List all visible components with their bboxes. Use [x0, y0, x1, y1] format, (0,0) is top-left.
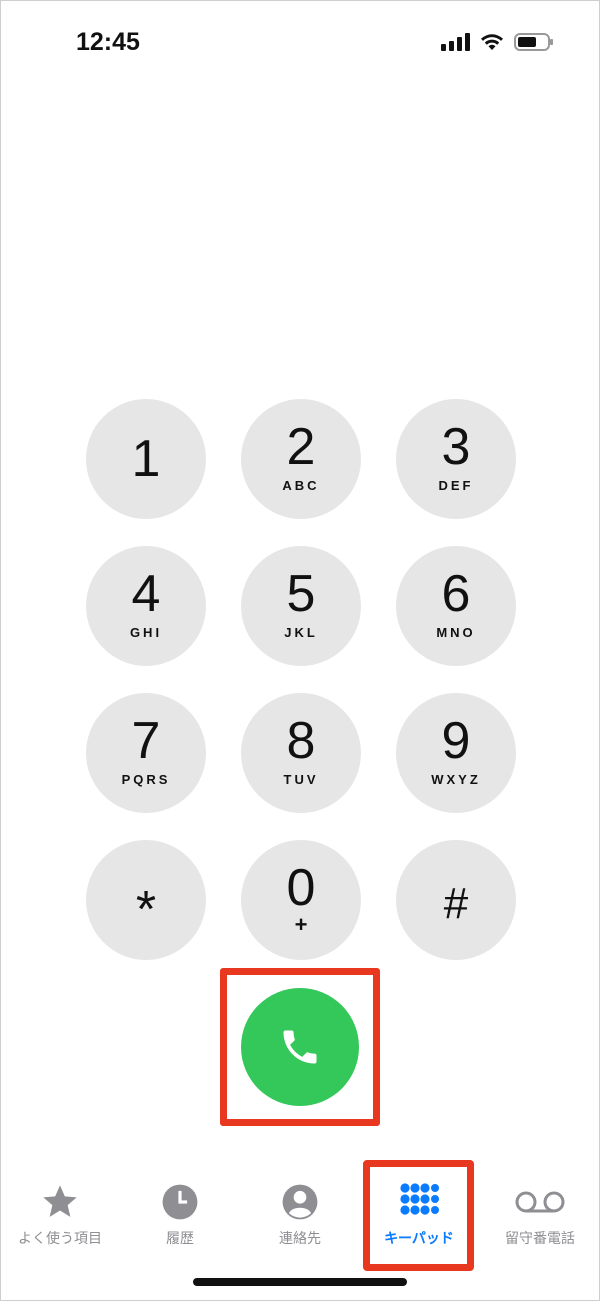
key-letters: GHI [129, 625, 163, 640]
tab-label: 連絡先 [279, 1231, 321, 1247]
keypad-tab-highlight-box [363, 1160, 474, 1271]
key-2[interactable]: 2 ABC [241, 399, 361, 519]
key-digit: * [135, 881, 157, 939]
key-letters: ABC [282, 478, 320, 493]
status-icons [441, 33, 553, 51]
key-digit: 3 [441, 418, 471, 476]
key-digit: # [443, 879, 469, 928]
tab-contacts[interactable]: 連絡先 [240, 1182, 360, 1248]
tab-voicemail[interactable]: 留守番電話 [480, 1182, 600, 1248]
key-digit: 4 [131, 565, 161, 623]
key-star[interactable]: * [86, 840, 206, 960]
key-7[interactable]: 7 PQRS [86, 693, 206, 813]
key-digit: 0 [286, 859, 316, 917]
key-letters: TUV [283, 772, 319, 787]
key-4[interactable]: 4 GHI [86, 546, 206, 666]
voicemail-icon [515, 1191, 565, 1213]
home-indicator[interactable] [193, 1278, 407, 1286]
tab-label: 履歴 [166, 1231, 194, 1247]
cellular-signal-icon [441, 33, 470, 51]
call-button[interactable] [241, 988, 359, 1106]
clock-icon [162, 1184, 198, 1220]
key-5[interactable]: 5 JKL [241, 546, 361, 666]
tab-label: 留守番電話 [505, 1231, 575, 1247]
person-icon [282, 1184, 318, 1220]
key-letters: WXYZ [431, 772, 481, 787]
key-digit: 9 [441, 712, 471, 770]
key-letters: JKL [284, 625, 318, 640]
phone-icon [283, 1030, 317, 1064]
key-letters: MNO [436, 625, 476, 640]
tab-recents[interactable]: 履歴 [120, 1182, 240, 1248]
key-hash[interactable]: # [396, 840, 516, 960]
status-time: 12:45 [76, 28, 140, 56]
key-letters: PQRS [121, 772, 171, 787]
key-digit: 8 [286, 712, 316, 770]
key-8[interactable]: 8 TUV [241, 693, 361, 813]
key-9[interactable]: 9 WXYZ [396, 693, 516, 813]
wifi-icon [481, 34, 503, 50]
star-icon [43, 1185, 77, 1217]
key-digit: 2 [286, 418, 316, 476]
key-0[interactable]: 0 + [241, 840, 361, 960]
key-1[interactable]: 1 [86, 399, 206, 519]
key-digit: 7 [131, 712, 161, 770]
key-digit: 6 [441, 565, 471, 623]
tab-label: よく使う項目 [18, 1231, 102, 1247]
key-digit: 5 [286, 565, 316, 623]
key-letters: + [294, 912, 308, 937]
key-letters: DEF [438, 478, 474, 493]
battery-icon [514, 33, 553, 51]
key-6[interactable]: 6 MNO [396, 546, 516, 666]
tab-favorites[interactable]: よく使う項目 [0, 1182, 120, 1248]
key-digit: 1 [131, 430, 161, 488]
key-3[interactable]: 3 DEF [396, 399, 516, 519]
